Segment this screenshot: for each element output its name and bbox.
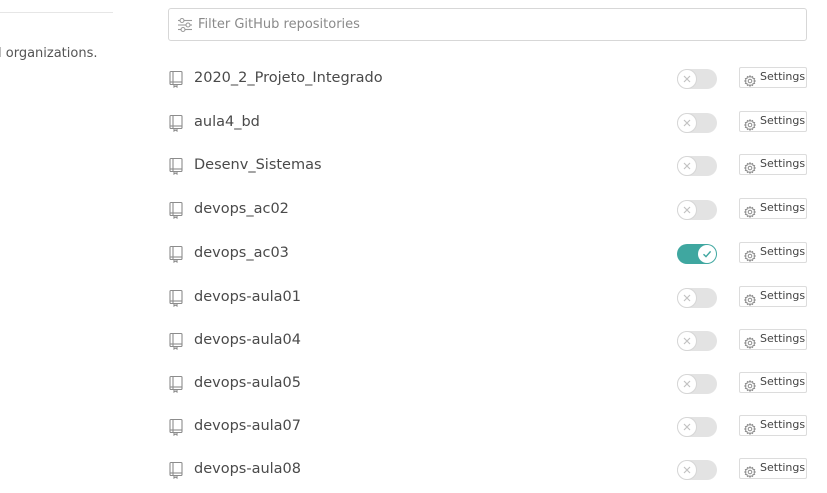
settings-label: Settings [760,332,806,345]
toggle-knob [698,245,716,263]
repository-enable-toggle[interactable] [677,156,717,176]
toggle-knob [678,157,696,175]
settings-label: Settings [760,70,806,83]
repository-name: devops_ac03 [194,245,289,261]
gear-icon [743,116,757,132]
repository-row: devops-aula05 Settings [168,369,809,399]
repository-enable-toggle[interactable] [677,113,717,133]
repository-name: devops-aula04 [194,332,302,348]
repository-name: devops-aula05 [194,375,302,391]
left-divider [0,12,113,13]
repository-settings-button[interactable]: Settings [739,286,807,307]
repo-book-icon [168,461,184,480]
repository-settings-button[interactable]: Settings [739,372,807,393]
repo-book-icon [168,418,184,437]
repo-book-icon [168,70,184,89]
settings-label: Settings [760,201,806,214]
repository-name: 2020_2_Projeto_Integrado [194,70,383,86]
repository-settings-button[interactable]: Settings [739,242,807,263]
toggle-knob [678,289,696,307]
filter-box [168,8,807,41]
repository-name: devops_ac02 [194,201,289,217]
toggle-knob [678,332,696,350]
repository-enable-toggle[interactable] [677,460,717,480]
repository-name: Desenv_Sistemas [194,157,322,173]
repo-book-icon [168,332,184,351]
repository-enable-toggle[interactable] [677,200,717,220]
toggle-knob [678,70,696,88]
gear-icon [743,463,757,479]
repository-row: devops-aula04 Settings [168,326,809,356]
settings-label: Settings [760,375,806,388]
repository-row: devops-aula07 Settings [168,412,809,442]
toggle-knob [678,375,696,393]
repository-name: aula4_bd [194,114,260,130]
repository-settings-button[interactable]: Settings [739,329,807,350]
repository-enable-toggle[interactable] [677,288,717,308]
repository-row: devops-aula01 Settings [168,283,809,313]
gear-icon [743,72,757,88]
sliders-icon [178,17,192,33]
gear-icon [743,377,757,393]
repository-enable-toggle[interactable] [677,374,717,394]
repository-row: 2020_2_Projeto_Integrado Settings [168,64,809,94]
left-panel-text: l organizations. [0,46,98,61]
repository-settings-button[interactable]: Settings [739,154,807,175]
repo-book-icon [168,157,184,176]
repository-row: devops_ac03 Settings [168,239,809,269]
gear-icon [743,247,757,263]
repository-enable-toggle[interactable] [677,69,717,89]
repository-row: Desenv_Sistemas Settings [168,151,809,181]
repository-enable-toggle[interactable] [677,244,717,264]
settings-label: Settings [760,245,806,258]
gear-icon [743,159,757,175]
repository-settings-button[interactable]: Settings [739,67,807,88]
repository-settings-button[interactable]: Settings [739,415,807,436]
repository-name: devops-aula07 [194,418,302,434]
repository-enable-toggle[interactable] [677,417,717,437]
repository-row: devops_ac02 Settings [168,195,809,225]
settings-label: Settings [760,157,806,170]
settings-label: Settings [760,114,806,127]
repository-name: devops-aula01 [194,289,302,305]
settings-label: Settings [760,418,806,431]
repository-settings-button[interactable]: Settings [739,111,807,132]
repository-settings-button[interactable]: Settings [739,198,807,219]
toggle-knob [678,461,696,479]
repo-book-icon [168,114,184,133]
repository-enable-toggle[interactable] [677,331,717,351]
toggle-knob [678,201,696,219]
gear-icon [743,420,757,436]
repository-row: devops-aula08 Settings [168,455,809,485]
gear-icon [743,334,757,350]
toggle-knob [678,418,696,436]
settings-label: Settings [760,461,806,474]
filter-repositories-input[interactable] [198,9,788,40]
settings-label: Settings [760,289,806,302]
repo-book-icon [168,375,184,394]
repository-name: devops-aula08 [194,461,302,477]
gear-icon [743,203,757,219]
repository-settings-button[interactable]: Settings [739,458,807,479]
repo-book-icon [168,289,184,308]
toggle-knob [678,114,696,132]
repository-row: aula4_bd Settings [168,108,809,138]
repo-book-icon [168,201,184,220]
gear-icon [743,291,757,307]
repo-book-icon [168,245,184,264]
